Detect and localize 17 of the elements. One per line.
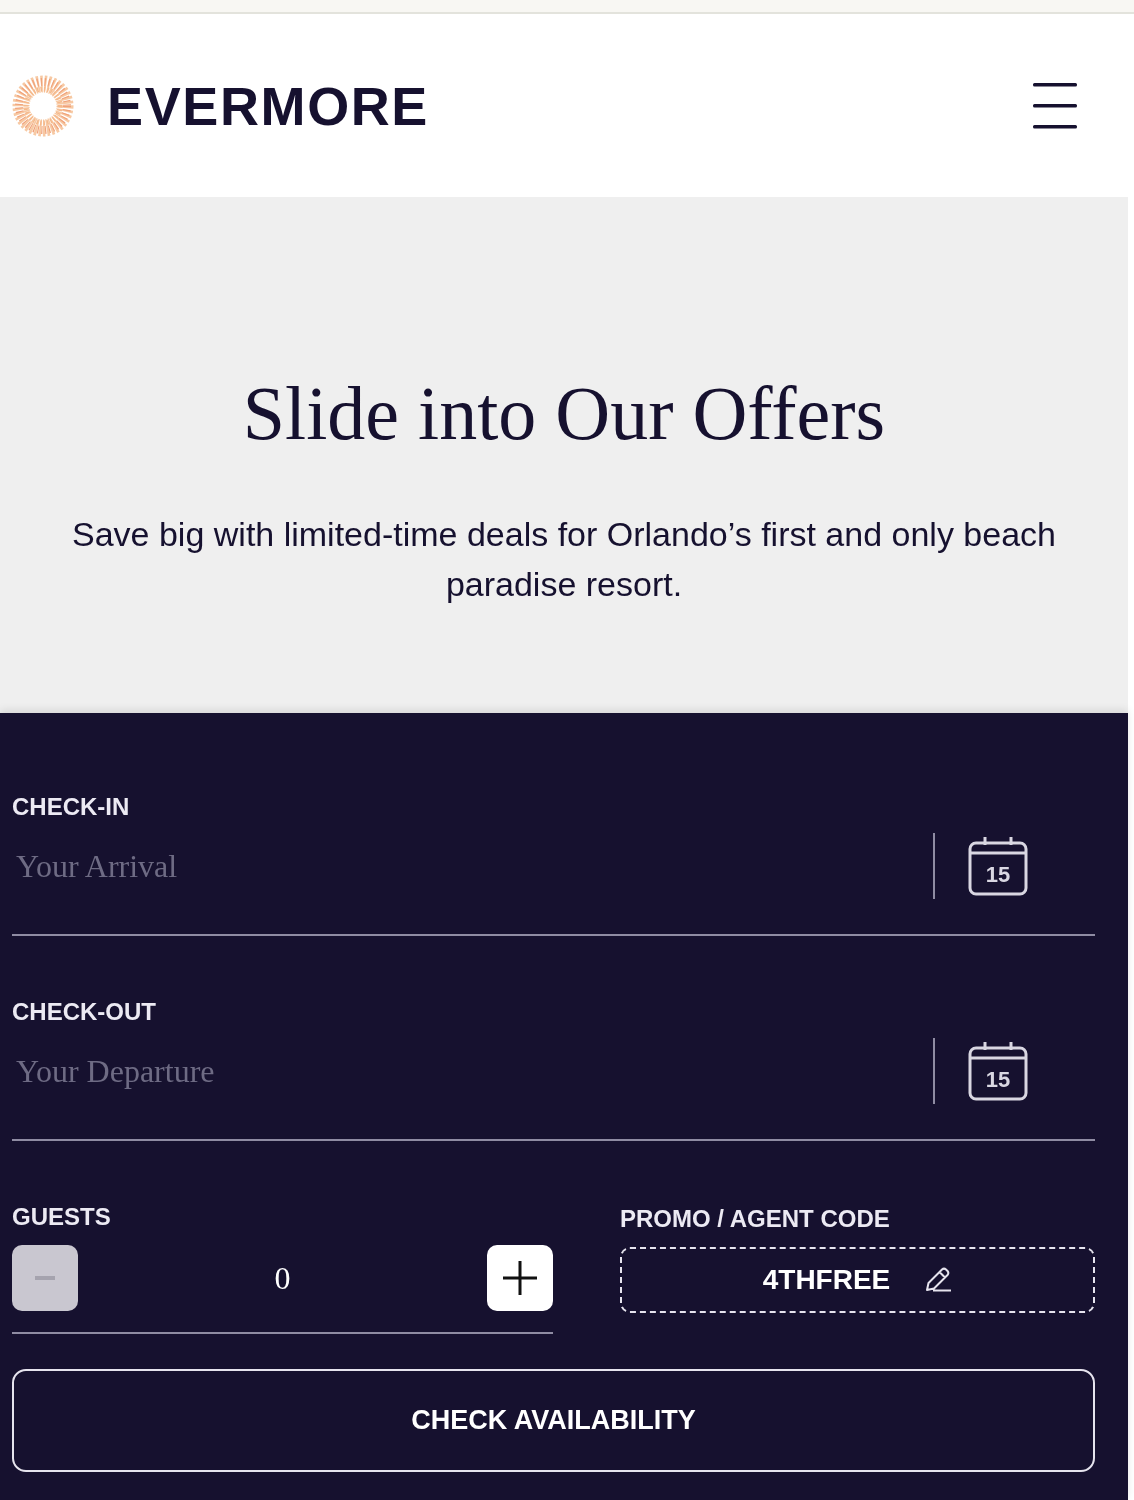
- check-availability-button[interactable]: CHECK AVAILABILITY: [12, 1369, 1095, 1472]
- menu-icon[interactable]: [1033, 82, 1077, 129]
- pencil-icon[interactable]: [924, 1266, 953, 1294]
- field-label: CHECK-IN: [12, 793, 130, 821]
- field-label: PROMO / AGENT CODE: [620, 1205, 890, 1233]
- logo-wordmark[interactable]: EVERMORE: [107, 78, 429, 133]
- increment-button[interactable]: [487, 1245, 553, 1311]
- guest-count: 0: [274, 1259, 291, 1298]
- field-label: CHECK-OUT: [12, 998, 156, 1026]
- plus-icon: [503, 1261, 537, 1295]
- promo-code-field[interactable]: 4THFREE: [620, 1247, 1095, 1313]
- field-label: GUESTS: [12, 1203, 111, 1231]
- date-input[interactable]: Your Departure: [12, 1046, 933, 1096]
- hero-title: Slide into Our Offers: [242, 373, 886, 453]
- minus-icon: [35, 1276, 55, 1280]
- hero-subtitle: Save big with limited-time deals for Orlando’s first and only beach paradise resort.: [71, 514, 1057, 605]
- date-input[interactable]: Your Arrival: [12, 841, 933, 891]
